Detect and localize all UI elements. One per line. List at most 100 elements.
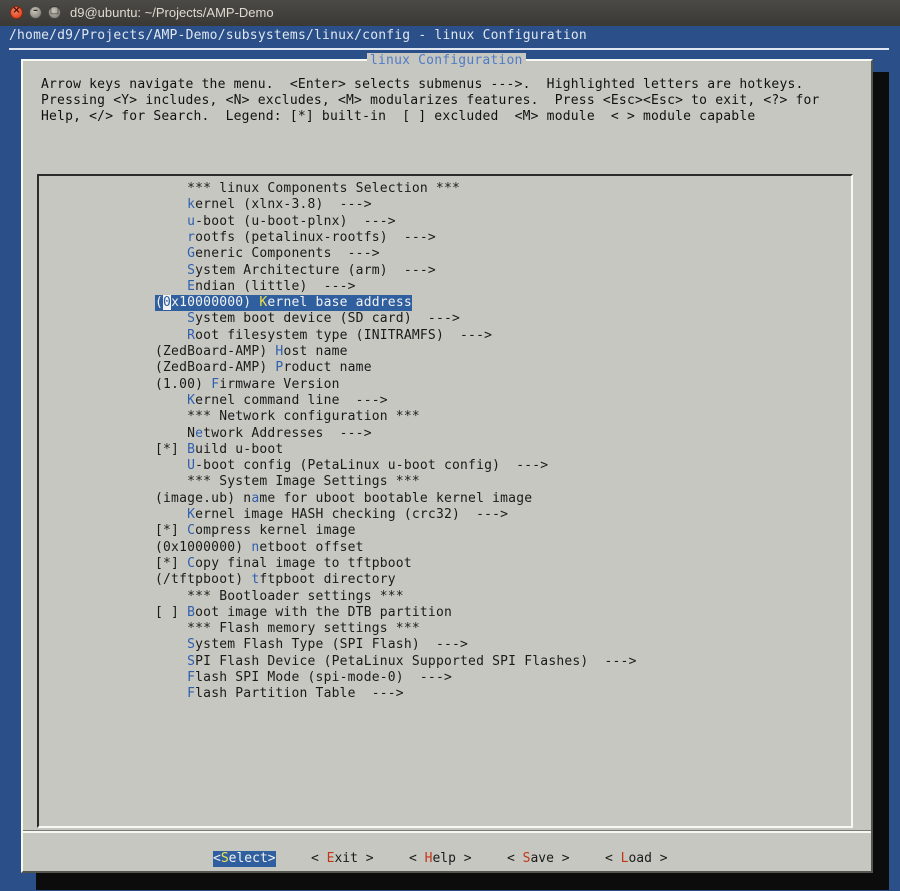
menu-item-text — [155, 393, 187, 408]
exit-button[interactable]: < Exit > — [311, 851, 374, 867]
menu-item-hotkey: u — [187, 214, 196, 229]
menu-item-text: ost name — [283, 344, 348, 359]
menu-item[interactable]: (image.ub) name for uboot bootable kerne… — [155, 491, 532, 507]
menu-item-text: (0x1000000) — [155, 540, 252, 555]
menu-item[interactable]: System boot device (SD card) ---> — [155, 311, 460, 327]
menu-item[interactable]: kernel (xlnx-3.8) ---> — [155, 197, 372, 213]
menu-item[interactable]: Root filesystem type (INITRAMFS) ---> — [155, 328, 492, 344]
menu-item-text — [155, 686, 187, 701]
menu-item[interactable]: Endian (little) ---> — [155, 279, 356, 295]
menu-item-text: ftpboot directory — [259, 572, 396, 587]
help-button[interactable]: < Help > — [409, 851, 472, 867]
menu-item[interactable]: *** System Image Settings *** — [155, 474, 420, 490]
menu-item-text: oot image with the DTB partition — [195, 605, 452, 620]
button-label: elp > — [432, 851, 472, 866]
button-label: elect> — [228, 851, 276, 866]
window-title: d9@ubuntu: ~/Projects/AMP-Demo — [70, 5, 274, 20]
menu-item[interactable]: SPI Flash Device (PetaLinux Supported SP… — [155, 654, 637, 670]
menu-item[interactable]: (/tftpboot) tftpboot directory — [155, 572, 396, 588]
menu-item-hotkey: E — [187, 279, 196, 294]
menu-item-text: lash SPI Mode (spi-mode-0) ---> — [195, 670, 452, 685]
menu-item-text: (ZedBoard-AMP) — [155, 344, 276, 359]
menu-item-text: (image.ub) n — [155, 491, 252, 506]
menu-item[interactable]: System Architecture (arm) ---> — [155, 263, 436, 279]
menu-item[interactable]: *** Flash memory settings *** — [155, 621, 420, 637]
config-path-header: /home/d9/Projects/AMP-Demo/subsystems/li… — [9, 28, 587, 43]
menu-item-text — [155, 263, 187, 278]
menu-item-text: me for uboot bootable kernel image — [259, 491, 533, 506]
menu-item[interactable]: (1.00) Firmware Version — [155, 377, 340, 393]
button-label: < — [311, 851, 327, 866]
dialog-shadow-bottom — [36, 873, 889, 890]
menu-item-text — [155, 311, 187, 326]
button-label: < — [605, 851, 621, 866]
window-titlebar: × – □ d9@ubuntu: ~/Projects/AMP-Demo — [0, 0, 900, 26]
button-hotkey: S — [220, 851, 229, 866]
menu-item-text: opy final image to tftpboot — [195, 556, 412, 571]
menu-item[interactable]: System Flash Type (SPI Flash) ---> — [155, 637, 468, 653]
menu-item[interactable]: Flash SPI Mode (spi-mode-0) ---> — [155, 670, 452, 686]
menu-item-hotkey: S — [187, 637, 196, 652]
menu-item[interactable]: *** linux Components Selection *** — [155, 181, 460, 197]
menu-item-hotkey: S — [187, 311, 196, 326]
menu-item[interactable]: Network Addresses ---> — [155, 426, 372, 442]
menu-item-text: ernel (xlnx-3.8) ---> — [195, 197, 372, 212]
help-line-2: Pressing <Y> includes, <N> excludes, <M>… — [41, 93, 820, 108]
menu-item-text: *** System Image Settings *** — [155, 474, 420, 489]
menu-item[interactable]: (0x1000000) netboot offset — [155, 540, 364, 556]
help-line-3: Help, </> for Search. Legend: [*] built-… — [41, 109, 756, 124]
menu-item-text: [ ] — [155, 605, 188, 620]
menu-item-text — [155, 507, 187, 522]
menu-item-text: ystem Architecture (arm) ---> — [195, 263, 436, 278]
menu-item[interactable]: [ ] Boot image with the DTB partition — [155, 605, 452, 621]
maximize-icon: □ — [49, 5, 60, 16]
menu-item[interactable]: rootfs (petalinux-rootfs) ---> — [155, 230, 436, 246]
button-label: xit > — [334, 851, 374, 866]
menu-item-text — [155, 197, 187, 212]
header-rule — [9, 48, 889, 50]
menu-item[interactable]: [*] Build u-boot — [155, 442, 283, 458]
help-line-1: Arrow keys navigate the menu. <Enter> se… — [41, 77, 804, 92]
close-window-button[interactable]: × — [10, 5, 23, 19]
menu-item[interactable]: *** Bootloader settings *** — [155, 589, 404, 605]
button-label: < — [507, 851, 523, 866]
menu-item-text: ystem boot device (SD card) ---> — [195, 311, 461, 326]
cursor-char: 0 — [163, 295, 172, 310]
menu-item-hotkey: C — [187, 523, 196, 538]
menu-item-text: uild u-boot — [195, 442, 284, 457]
menu-item[interactable]: U-boot config (PetaLinux u-boot config) … — [155, 458, 548, 474]
menu-item[interactable]: Flash Partition Table ---> — [155, 686, 404, 702]
menu-item[interactable]: (ZedBoard-AMP) Product name — [155, 360, 372, 376]
menu-item[interactable]: Kernel image HASH checking (crc32) ---> — [155, 507, 508, 523]
menu-item[interactable]: Kernel command line ---> — [155, 393, 388, 409]
menu-item-text — [155, 328, 187, 343]
menu-item-text: *** linux Components Selection *** — [155, 181, 461, 196]
terminal-area[interactable]: /home/d9/Projects/AMP-Demo/subsystems/li… — [0, 26, 900, 891]
menu-item-hotkey: F — [187, 670, 196, 685]
save-button[interactable]: < Save > — [507, 851, 570, 867]
menu-item-text: ernel command line ---> — [195, 393, 388, 408]
menu-item[interactable]: (ZedBoard-AMP) Host name — [155, 344, 348, 360]
menu-item-text: PI Flash Device (PetaLinux Supported SPI… — [195, 654, 637, 669]
dialog-title: linux Configuration — [367, 53, 526, 69]
menu-item-text: -boot config (PetaLinux u-boot config) -… — [195, 458, 549, 473]
menu-item-text: x10000000) — [171, 295, 260, 310]
menu-item-text: roduct name — [283, 360, 372, 375]
menu-item-text: ndian (little) ---> — [195, 279, 356, 294]
menu-item[interactable]: Generic Components ---> — [155, 246, 380, 262]
menu-item-text: ootfs (petalinux-rootfs) ---> — [195, 230, 436, 245]
menu-item[interactable]: *** Network configuration *** — [155, 409, 420, 425]
menu-item-text: [*] — [155, 442, 188, 457]
select-button[interactable]: <Select> — [213, 851, 276, 867]
menu-item-text — [155, 214, 187, 229]
menu-item-hotkey: B — [187, 605, 196, 620]
minimize-window-button[interactable]: – — [29, 5, 42, 19]
menu-item-text: N — [155, 426, 196, 441]
menu-item[interactable]: u-boot (u-boot-plnx) ---> — [155, 214, 396, 230]
load-button[interactable]: < Load > — [605, 851, 668, 867]
menu-list[interactable]: *** linux Components Selection *** kerne… — [37, 174, 853, 828]
menu-item[interactable]: [*] Compress kernel image — [155, 523, 356, 539]
maximize-window-button[interactable]: □ — [48, 5, 61, 19]
menu-item-selected[interactable]: (0x10000000) Kernel base address — [155, 295, 412, 311]
menu-item[interactable]: [*] Copy final image to tftpboot — [155, 556, 412, 572]
